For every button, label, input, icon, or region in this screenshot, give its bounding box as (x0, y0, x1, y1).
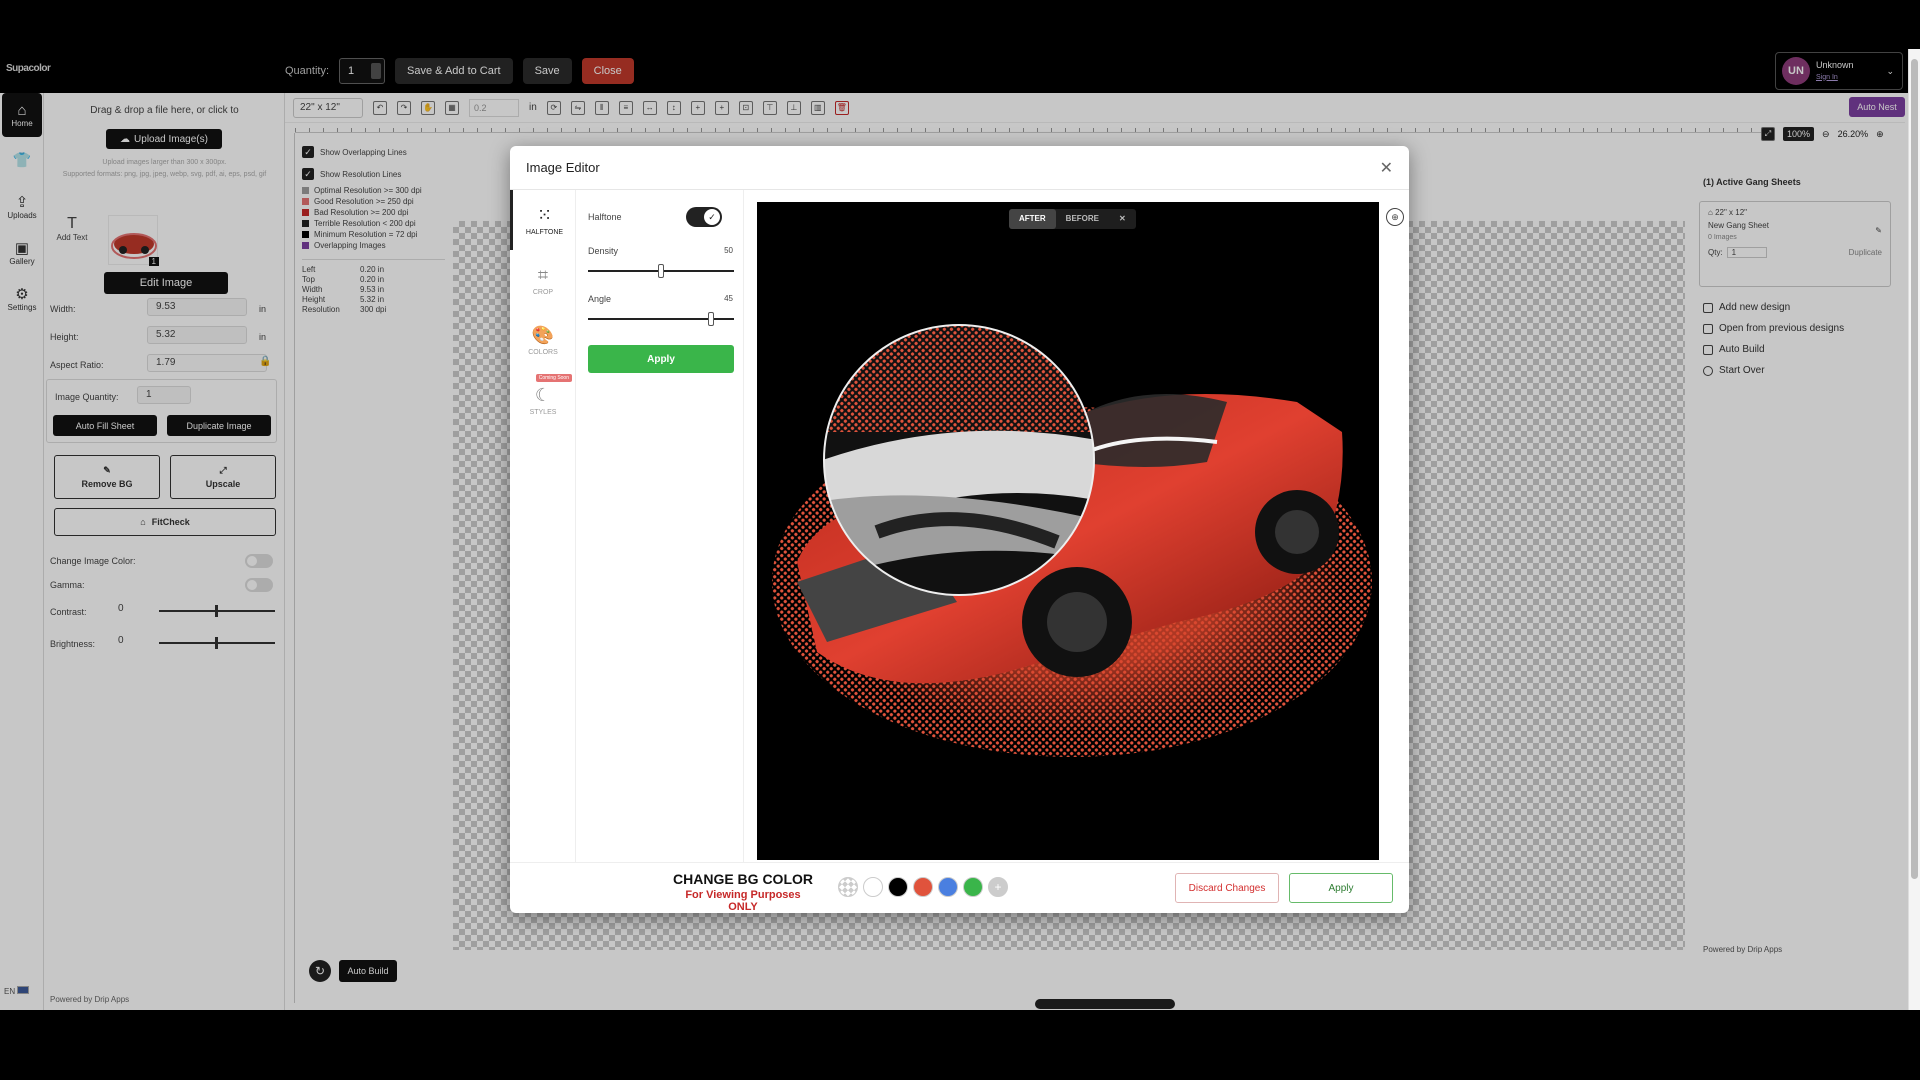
change-bg-title: CHANGE BG COLOR (673, 871, 813, 887)
halftone-settings: Halftone Density 50 Angle 45 Apply (576, 190, 744, 862)
apply-button[interactable]: Apply (1289, 873, 1393, 903)
bg-swatch[interactable]: + (988, 877, 1008, 897)
grid-dots-icon: ⁙ (536, 204, 553, 225)
tool-halftone-label: HALFTONE (525, 228, 564, 236)
angle-slider[interactable] (588, 312, 734, 326)
magnifier-icon[interactable]: ⊕ (1386, 208, 1404, 226)
angle-value: 45 (724, 294, 733, 303)
bg-swatch-transparent[interactable] (838, 877, 858, 897)
coming-soon-badge: Coming Soon (535, 374, 572, 382)
editor-tools: ⁙ HALFTONE ⌗ CROP 🎨 COLORS Coming Soon ☾ STYL… (510, 190, 576, 862)
styles-icon: ☾ (534, 384, 552, 405)
density-slider-handle[interactable] (658, 264, 664, 278)
halftone-label: Halftone (588, 212, 622, 222)
close-icon[interactable]: ✕ (1380, 158, 1393, 178)
discard-changes-button[interactable]: Discard Changes (1175, 873, 1279, 903)
halftone-toggle[interactable] (686, 207, 722, 227)
crop-icon: ⌗ (537, 264, 549, 285)
halftone-apply-button[interactable]: Apply (588, 345, 734, 373)
bg-swatch[interactable] (938, 877, 958, 897)
modal-footer: CHANGE BG COLOR For Viewing Purposes ONL… (510, 862, 1409, 913)
vertical-scrollbar[interactable] (1908, 49, 1920, 1010)
bg-swatch[interactable] (913, 877, 933, 897)
image-editor-modal: Image Editor ✕ ⁙ HALFTONE ⌗ CROP 🎨 COLORS C… (510, 146, 1409, 913)
angle-slider-handle[interactable] (707, 312, 714, 326)
modal-title: Image Editor (526, 160, 600, 175)
tool-colors[interactable]: 🎨 COLORS (510, 310, 576, 370)
angle-label: Angle (588, 294, 612, 304)
tool-crop-label: CROP (532, 288, 554, 296)
after-tab[interactable]: AFTER (1009, 209, 1056, 229)
tool-styles[interactable]: Coming Soon ☾ STYLES (510, 370, 576, 430)
bg-swatch[interactable] (963, 877, 983, 897)
image-preview[interactable]: AFTER BEFORE ✕ (757, 202, 1379, 860)
bg-swatch[interactable] (888, 877, 908, 897)
bg-swatch[interactable] (863, 877, 883, 897)
density-slider[interactable] (588, 264, 734, 278)
tool-crop[interactable]: ⌗ CROP (510, 250, 576, 310)
tool-colors-label: COLORS (528, 348, 558, 356)
car-halftone-image (772, 324, 1372, 757)
compare-close-icon[interactable]: ✕ (1109, 209, 1136, 229)
density-value: 50 (724, 246, 733, 255)
bg-color-swatches: + (838, 877, 1008, 897)
tool-styles-label: STYLES (529, 408, 557, 416)
change-bg-subtitle: For Viewing Purposes ONLY (685, 889, 801, 913)
scrollbar-thumb[interactable] (1911, 59, 1918, 879)
before-after-toggle: AFTER BEFORE ✕ (1009, 209, 1136, 229)
palette-icon: 🎨 (531, 324, 555, 345)
tool-halftone[interactable]: ⁙ HALFTONE (510, 190, 576, 250)
app-window: Supacolor Quantity: 1 Save & Add to Cart… (0, 49, 1920, 1010)
density-label: Density (588, 246, 619, 256)
before-tab[interactable]: BEFORE (1056, 209, 1109, 229)
